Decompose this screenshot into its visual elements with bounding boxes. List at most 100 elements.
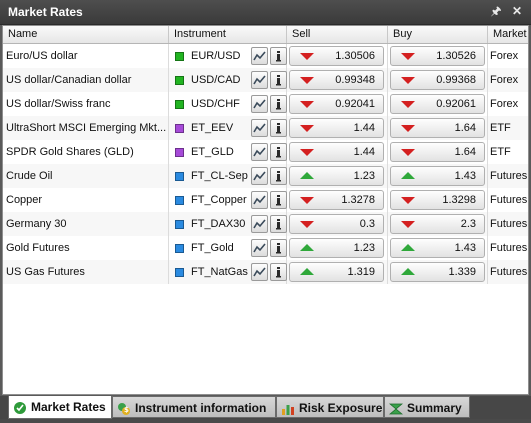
sell-button[interactable]: 1.23 [289,166,384,186]
buy-price: 1.43 [454,170,476,182]
chart-button[interactable] [251,119,268,137]
table-row[interactable]: US dollar/Swiss franc USD/CHF 0.92041 0.… [3,92,528,116]
table-row[interactable]: Crude Oil FT_CL-Sep 1.23 1.43 Futures [3,164,528,188]
chart-icon [253,219,266,229]
sell-button[interactable]: 1.3278 [289,190,384,210]
instrument-code: FT_NatGas [191,266,248,278]
table-row[interactable]: SPDR Gold Shares (GLD) ET_GLD 1.44 1.64 … [3,140,528,164]
column-header-buy[interactable]: Buy [388,26,488,43]
chart-icon [253,171,266,181]
info-icon [276,171,281,182]
tab-label: Summary [407,401,462,415]
market-type: Forex [490,50,519,62]
sell-button[interactable]: 0.99348 [289,70,384,90]
buy-button[interactable]: 1.64 [390,142,485,162]
sell-button[interactable]: 0.92041 [289,94,384,114]
info-button[interactable] [270,119,287,137]
sell-cell: 1.23 [287,164,388,188]
info-button[interactable] [270,239,287,257]
table-row[interactable]: US Gas Futures FT_NatGas 1.319 1.339 Fut… [3,260,528,284]
market-rates-window: Market Rates 🖈 ✕ Name Instrument Sell Bu… [0,0,531,419]
market-color-icon [175,76,184,85]
buy-button[interactable]: 1.30526 [390,46,485,66]
tab-market-rates[interactable]: Market Rates [8,396,112,419]
arrow-down-icon [401,77,415,84]
buy-button[interactable]: 2.3 [390,214,485,234]
buy-button[interactable]: 1.64 [390,118,485,138]
market-type: Futures [490,218,528,230]
chart-button[interactable] [251,71,268,89]
column-header-name[interactable]: Name [3,26,169,43]
sell-button[interactable]: 1.44 [289,142,384,162]
instrument-code: FT_Copper [191,194,247,206]
chart-icon [253,243,266,253]
chart-icon [253,123,266,133]
tab-risk-exposure[interactable]: Risk Exposure [276,396,384,418]
arrow-down-icon [401,53,415,60]
column-header-sell[interactable]: Sell [287,26,388,43]
chart-button[interactable] [251,95,268,113]
chart-button[interactable] [251,263,268,281]
table-row[interactable]: Germany 30 FT_DAX30 0.3 2.3 Futures [3,212,528,236]
sell-button[interactable]: 1.30506 [289,46,384,66]
chart-icon [253,99,266,109]
info-button[interactable] [270,167,287,185]
risk-exposure-icon [281,401,295,415]
sell-button[interactable]: 1.44 [289,118,384,138]
instrument-code: USD/CHF [191,98,240,110]
tab-instrument-information[interactable]: $ Instrument information [112,396,276,418]
rates-grid: Name Instrument Sell Buy Market Euro/US … [2,25,529,395]
info-icon [276,75,281,86]
buy-cell: 2.3 [388,212,488,236]
info-button[interactable] [270,263,287,281]
chart-button[interactable] [251,191,268,209]
close-icon[interactable]: ✕ [510,4,524,18]
market-color-icon [175,196,184,205]
arrow-down-icon [401,197,415,204]
arrow-down-icon [401,149,415,156]
instrument-name: Germany 30 [3,212,169,236]
buy-button[interactable]: 0.99368 [390,70,485,90]
sell-price: 0.99348 [335,74,375,86]
table-row[interactable]: UltraShort MSCI Emerging Mkt... ET_EEV 1 [3,116,528,140]
market-type: Futures [490,194,528,206]
chart-button[interactable] [251,215,268,233]
buy-button[interactable]: 1.339 [390,262,485,282]
chart-icon [253,51,266,61]
instrument-cell: FT_Gold [169,236,287,260]
sell-button[interactable]: 1.319 [289,262,384,282]
info-button[interactable] [270,47,287,65]
column-header-instrument[interactable]: Instrument [169,26,287,43]
arrow-down-icon [401,101,415,108]
column-header-market[interactable]: Market [488,26,528,43]
info-button[interactable] [270,143,287,161]
table-row[interactable]: Copper FT_Copper 1.3278 1.3298 Futures [3,188,528,212]
sell-button[interactable]: 1.23 [289,238,384,258]
info-icon [276,243,281,254]
info-button[interactable] [270,95,287,113]
buy-button[interactable]: 1.43 [390,238,485,258]
chart-button[interactable] [251,239,268,257]
instrument-code: FT_Gold [191,242,234,254]
chart-button[interactable] [251,143,268,161]
tab-summary[interactable]: Summary [384,396,470,418]
buy-button[interactable]: 1.43 [390,166,485,186]
bottom-tab-bar: Market Rates $ Instrument information Risk … [0,396,531,419]
chart-button[interactable] [251,167,268,185]
instrument-name: Copper [3,188,169,212]
info-button[interactable] [270,71,287,89]
instrument-code: ET_EEV [191,122,234,134]
window-title: Market Rates [8,5,83,19]
buy-button[interactable]: 1.3298 [390,190,485,210]
arrow-down-icon [300,125,314,132]
table-row[interactable]: Euro/US dollar EUR/USD 1.30506 1.30526 F… [3,44,528,68]
table-row[interactable]: US dollar/Canadian dollar USD/CAD 0.9934 [3,68,528,92]
sell-button[interactable]: 0.3 [289,214,384,234]
info-button[interactable] [270,215,287,233]
pin-icon[interactable]: 🖈 [489,4,503,18]
table-row[interactable]: Gold Futures FT_Gold 1.23 1.43 Futures [3,236,528,260]
info-button[interactable] [270,191,287,209]
buy-button[interactable]: 0.92061 [390,94,485,114]
chart-button[interactable] [251,47,268,65]
sell-cell: 1.319 [287,260,388,284]
